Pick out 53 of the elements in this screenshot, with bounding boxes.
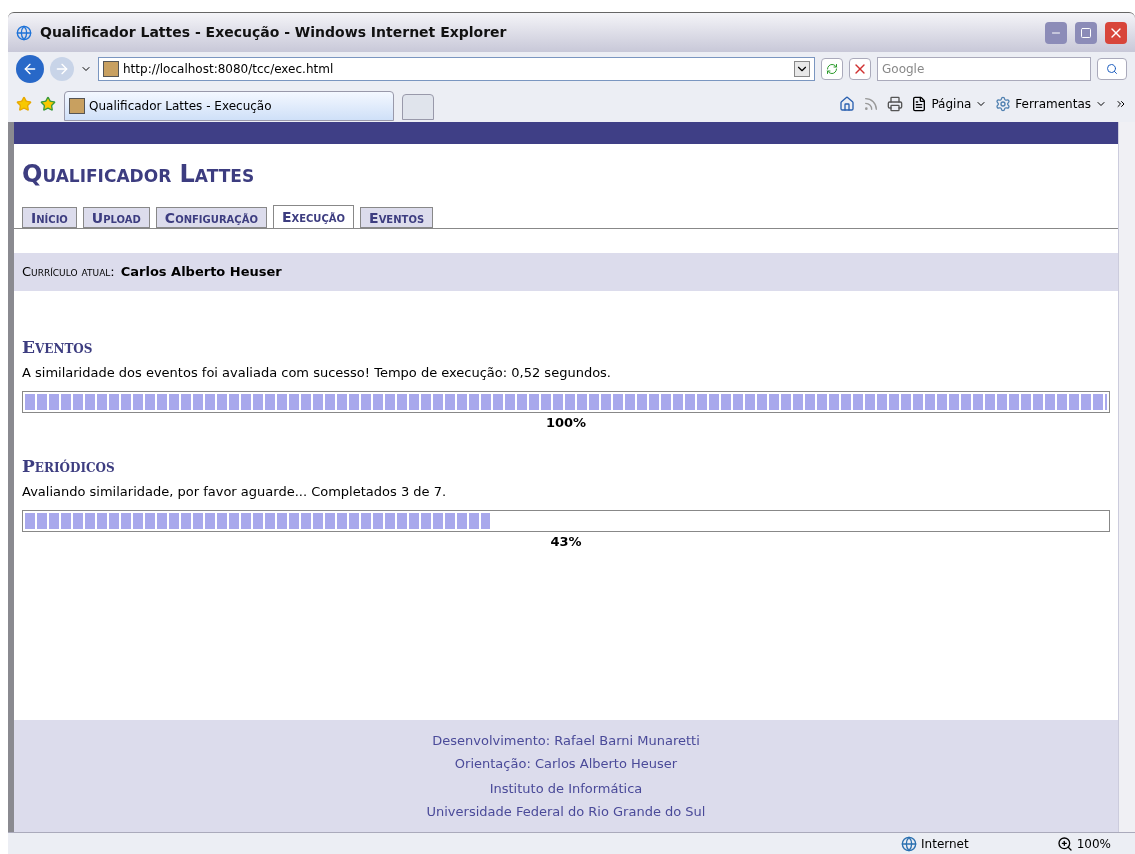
feed-icon[interactable] <box>863 96 880 112</box>
forward-arrow-icon <box>54 61 70 77</box>
section-heading: Periódicos <box>22 456 115 476</box>
status-message: A similaridade dos eventos foi avaliada com sucesso! Tempo de execução: 0,52 segundos. <box>22 364 611 382</box>
address-field[interactable]: http://localhost:8080/tcc/exec.html <box>98 57 815 81</box>
current-name: Carlos Alberto Heuser <box>120 263 282 282</box>
refresh-button[interactable] <box>821 58 843 80</box>
printer-icon[interactable] <box>887 96 904 112</box>
search-button[interactable] <box>1097 58 1127 80</box>
browser-tab[interactable]: Qualificador Lattes - Execução <box>64 91 394 121</box>
window-title: Qualificador Lattes - Execução - Windows Internet Explorer <box>40 23 508 42</box>
section-heading: Eventos <box>22 337 93 357</box>
add-favorite-star-icon[interactable] <box>40 96 56 112</box>
site-title: Qualificador Lattes <box>22 159 255 190</box>
command-menu[interactable]: Ferramentas <box>995 95 1107 113</box>
page-tab[interactable]: Upload <box>82 207 150 228</box>
maximize-icon <box>1080 26 1092 39</box>
footer-text: Orientação: Carlos Alberto Heuser <box>454 754 678 773</box>
more-icon[interactable] <box>1115 98 1127 110</box>
footer-text: Universidade Federal do Rio Grande do Sul <box>426 802 706 821</box>
close-button[interactable] <box>1105 21 1127 44</box>
page-icon <box>911 96 928 112</box>
favorites-star-icon[interactable] <box>16 96 32 112</box>
progress-reading: 100% <box>545 413 587 432</box>
current-label: Currículo atual: <box>22 263 115 282</box>
zone-text: Internet <box>921 835 969 853</box>
zoom-control[interactable]: 100% <box>1056 834 1111 853</box>
address-dropdown-icon[interactable] <box>794 61 810 77</box>
minimize-button[interactable] <box>1045 21 1067 44</box>
site-favicon-icon <box>103 61 119 77</box>
page-tab[interactable]: Configuração <box>155 207 267 228</box>
site-favicon-icon <box>69 98 85 114</box>
new-tab-button[interactable] <box>402 94 434 120</box>
footer-text: Instituto de Informática <box>489 780 643 798</box>
maximize-button[interactable] <box>1075 21 1097 44</box>
footer-text: Desenvolvimento: Rafael Barni Munaretti <box>432 732 700 750</box>
scrollbar[interactable] <box>1118 122 1135 832</box>
search-field[interactable]: Google <box>877 57 1091 81</box>
settings-icon <box>995 96 1012 112</box>
url-text: http://localhost:8080/tcc/exec.html <box>123 61 335 78</box>
page-tab[interactable]: Execução <box>272 205 355 229</box>
status-message: Avaliando similaridade, por favor aguarde... Completados 3 de 7. <box>22 483 447 501</box>
command-menu[interactable]: Página <box>911 95 988 113</box>
globe-icon <box>901 835 918 852</box>
progress-reading: 43% <box>550 532 582 551</box>
page-tab[interactable]: Eventos <box>360 207 434 228</box>
home-icon[interactable] <box>839 96 856 112</box>
search-icon <box>1106 63 1118 75</box>
stop-button[interactable] <box>849 58 871 80</box>
back-button[interactable] <box>16 55 44 83</box>
page-tab[interactable]: Início <box>22 207 77 228</box>
zoom-icon <box>1056 835 1073 852</box>
refresh-icon <box>826 63 838 75</box>
